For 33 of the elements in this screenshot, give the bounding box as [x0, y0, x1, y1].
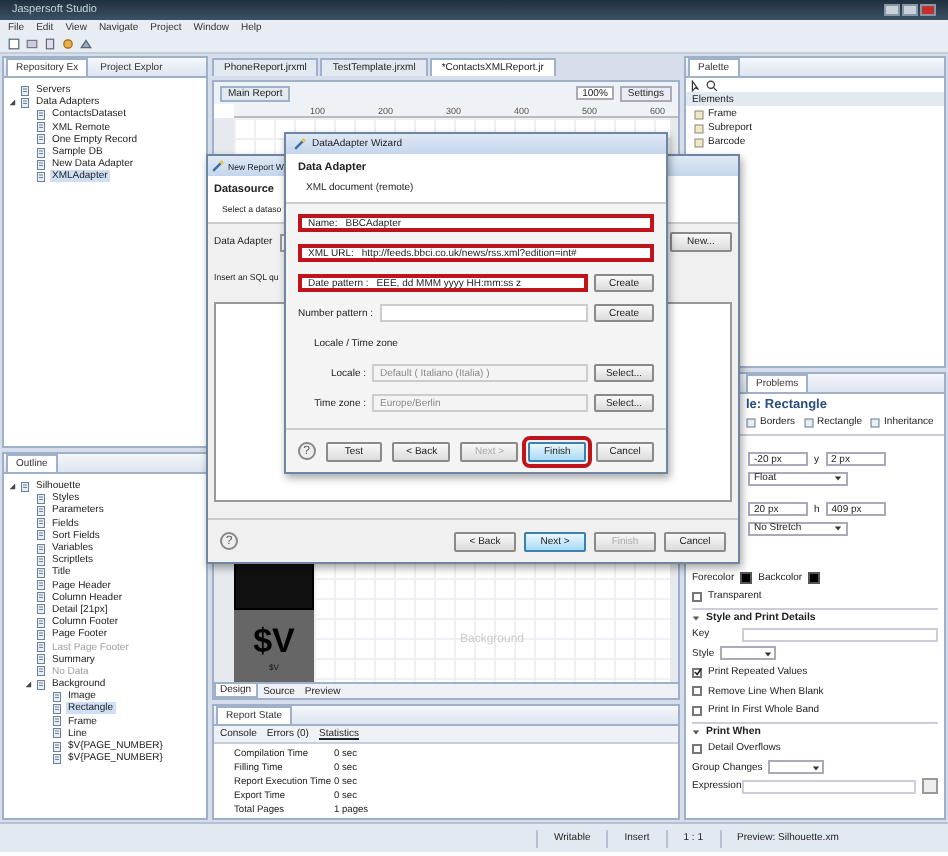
collapse-icon	[692, 613, 700, 621]
arrow-icon[interactable]	[8, 482, 16, 491]
checkbox[interactable]	[692, 667, 702, 677]
dropdown[interactable]	[768, 760, 825, 774]
pointer-icon	[690, 80, 702, 92]
check-icon	[693, 668, 701, 676]
expression-field[interactable]	[742, 779, 916, 793]
page-icon	[20, 481, 30, 492]
tab-icon	[870, 417, 881, 427]
wizard-icon	[294, 138, 306, 150]
caret-icon	[834, 524, 842, 532]
arrow-icon[interactable]	[8, 98, 16, 107]
checkbox[interactable]	[692, 743, 702, 753]
element-text: $V	[253, 621, 295, 661]
color-swatch[interactable]	[740, 571, 753, 583]
text-field[interactable]	[742, 627, 938, 641]
dropdown[interactable]	[720, 646, 777, 660]
checkbox[interactable]	[692, 686, 702, 696]
new-file-icon[interactable]	[8, 37, 20, 49]
tab-icon	[746, 417, 756, 427]
color-swatch[interactable]	[808, 571, 821, 583]
caret-icon	[764, 649, 773, 657]
magnifier-icon	[706, 80, 718, 92]
collapse-icon	[692, 727, 700, 735]
checkbox[interactable]	[692, 591, 702, 601]
caret-icon	[812, 763, 821, 771]
caret-icon	[834, 474, 842, 482]
arrow-icon[interactable]	[24, 680, 32, 689]
text-field[interactable]	[379, 304, 588, 322]
expression-button[interactable]	[922, 778, 938, 794]
checkbox[interactable]	[692, 705, 702, 715]
wizard-icon	[212, 160, 224, 172]
tab-icon	[803, 417, 814, 427]
